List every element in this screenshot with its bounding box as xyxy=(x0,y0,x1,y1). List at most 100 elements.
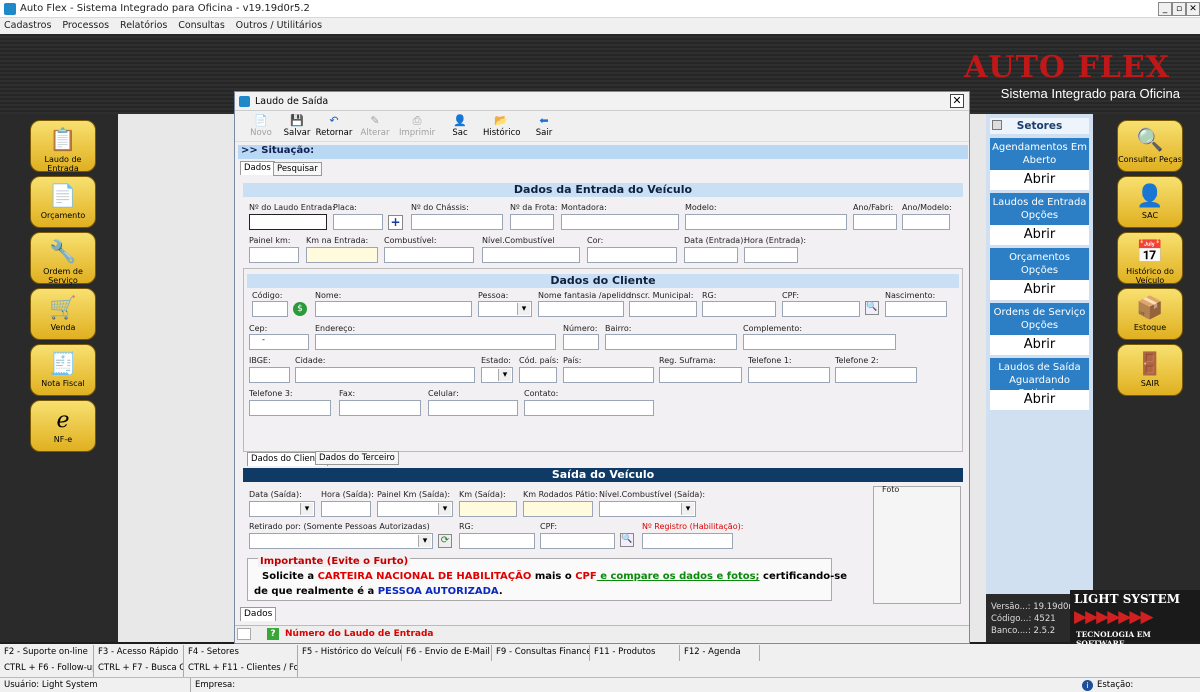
data-entrada-input[interactable] xyxy=(684,247,738,263)
close-icon[interactable]: ✕ xyxy=(1186,2,1200,16)
suframa-input[interactable] xyxy=(659,367,742,383)
nota-fiscal-button[interactable]: 🧾 Nota Fiscal xyxy=(30,344,96,396)
nascimento-input[interactable] xyxy=(885,301,947,317)
hora-entrada-input[interactable] xyxy=(744,247,798,263)
nome-input[interactable] xyxy=(315,301,472,317)
placa-input[interactable] xyxy=(333,214,383,230)
complemento-input[interactable] xyxy=(743,334,896,350)
close-icon[interactable]: ✕ xyxy=(950,94,964,108)
abrir-button[interactable]: Abrir xyxy=(990,390,1089,410)
novo-button[interactable]: 📄 Novo xyxy=(245,114,277,140)
inscr-municipal-input[interactable] xyxy=(629,301,697,317)
ctrl-followup[interactable]: CTRL + F6 - Follow-up xyxy=(0,661,94,677)
fkey-setores[interactable]: F4 - Setores xyxy=(184,645,298,661)
close-icon[interactable] xyxy=(992,120,1002,130)
imprimir-button[interactable]: ⎙ Imprimir xyxy=(399,114,435,140)
abrir-button[interactable]: Abrir xyxy=(990,280,1089,300)
abrir-button[interactable]: Abrir xyxy=(990,225,1089,245)
chassis-input[interactable] xyxy=(411,214,503,230)
rg-input[interactable] xyxy=(702,301,776,317)
menu-cadastros[interactable]: Cadastros xyxy=(0,18,55,31)
modelo-input[interactable] xyxy=(685,214,847,230)
consultar-pecas-button[interactable]: 🔍 Consultar Peças xyxy=(1117,120,1183,172)
dollar-icon[interactable]: $ xyxy=(293,302,307,316)
menu-outros[interactable]: Outros / Utilitários xyxy=(232,18,326,31)
pessoa-select[interactable] xyxy=(478,301,532,317)
refresh-icon[interactable]: ⟳ xyxy=(438,534,452,548)
cpf-saida-input[interactable] xyxy=(540,533,615,549)
cep-input[interactable]: - xyxy=(249,334,309,350)
search-icon[interactable]: 🔍 xyxy=(620,533,634,547)
cor-input[interactable] xyxy=(587,247,677,263)
estado-select[interactable] xyxy=(481,367,513,383)
ano-modelo-input[interactable] xyxy=(902,214,950,230)
add-icon[interactable]: + xyxy=(388,215,403,230)
fkey-acesso-rapido[interactable]: F3 - Acesso Rápido xyxy=(94,645,184,661)
painel-km-input[interactable] xyxy=(249,247,299,263)
nivel-combustivel-saida-select[interactable] xyxy=(599,501,696,517)
km-saida-input[interactable] xyxy=(459,501,517,517)
celular-input[interactable] xyxy=(428,400,518,416)
cpf-input[interactable] xyxy=(782,301,860,317)
contato-input[interactable] xyxy=(524,400,654,416)
menu-consultas[interactable]: Consultas xyxy=(174,18,229,31)
venda-button[interactable]: 🛒 Venda xyxy=(30,288,96,340)
minimize-icon[interactable]: _ xyxy=(1158,2,1172,16)
menu-processos[interactable]: Processos xyxy=(58,18,113,31)
fkey-historico[interactable]: F5 - Histórico do Veículo xyxy=(298,645,402,661)
ordem-servico-button[interactable]: 🔧 Ordem de Serviço xyxy=(30,232,96,285)
fkey-email[interactable]: F6 - Envio de E-Mail xyxy=(402,645,492,661)
cod-pais-input[interactable] xyxy=(519,367,557,383)
estoque-button[interactable]: 📦 Estoque xyxy=(1117,288,1183,340)
sac-tb-button[interactable]: 👤 Sac xyxy=(445,114,475,140)
combustivel-input[interactable] xyxy=(384,247,474,263)
abrir-button[interactable]: Abrir xyxy=(990,335,1089,355)
fkey-financeiro[interactable]: F9 - Consultas Financeir xyxy=(492,645,590,661)
alterar-button[interactable]: ✎ Alterar xyxy=(359,114,391,140)
sac-button[interactable]: 👤 SAC xyxy=(1117,176,1183,228)
abrir-button[interactable]: Abrir xyxy=(990,170,1089,190)
fkey-agenda[interactable]: F12 - Agenda xyxy=(680,645,760,661)
telefone2-input[interactable] xyxy=(835,367,917,383)
laudo-entrada-button[interactable]: 📋 Laudo de Entrada xyxy=(30,120,96,173)
data-saida-select[interactable] xyxy=(249,501,315,517)
numero-input[interactable] xyxy=(563,334,599,350)
codigo-input[interactable] xyxy=(252,301,288,317)
ctrl-busca-cei[interactable]: CTRL + F7 - Busca CEI xyxy=(94,661,184,677)
fax-input[interactable] xyxy=(339,400,421,416)
montadora-input[interactable] xyxy=(561,214,679,230)
sair-button[interactable]: 🚪 SAIR xyxy=(1117,344,1183,396)
retornar-button[interactable]: ↶ Retornar xyxy=(315,114,353,140)
search-icon[interactable]: 🔍 xyxy=(865,301,879,315)
maximize-icon[interactable]: ▫ xyxy=(1172,2,1186,16)
frota-input[interactable] xyxy=(510,214,554,230)
fantasia-input[interactable] xyxy=(538,301,624,317)
bairro-input[interactable] xyxy=(605,334,737,350)
fkey-suporte[interactable]: F2 - Suporte on-line xyxy=(0,645,94,661)
nfe-button[interactable]: ℯ NF-e xyxy=(30,400,96,452)
orcamento-button[interactable]: 📄 Orçamento xyxy=(30,176,96,228)
telefone3-input[interactable] xyxy=(249,400,331,416)
ano-fabri-input[interactable] xyxy=(853,214,897,230)
fkey-produtos[interactable]: F11 - Produtos xyxy=(590,645,680,661)
menu-relatorios[interactable]: Relatórios xyxy=(116,18,171,31)
telefone1-input[interactable] xyxy=(748,367,830,383)
historico-button[interactable]: 📂 Histórico xyxy=(483,114,520,140)
tab-dados-terceiro[interactable]: Dados do Terceiro xyxy=(315,451,399,465)
pais-input[interactable] xyxy=(563,367,654,383)
sair-tb-button[interactable]: ⬅ Sair xyxy=(529,114,559,140)
tab-dados[interactable]: Dados xyxy=(240,161,275,175)
km-rodados-input[interactable] xyxy=(523,501,593,517)
historico-veiculo-button[interactable]: 📅 Histórico do Veículo xyxy=(1117,232,1183,285)
tab-pesquisar[interactable]: Pesquisar xyxy=(273,162,322,176)
km-entrada-input[interactable] xyxy=(306,247,378,263)
nivel-combustivel-input[interactable] xyxy=(482,247,580,263)
painel-km-saida-select[interactable] xyxy=(377,501,453,517)
retirado-por-select[interactable] xyxy=(249,533,433,549)
laudo-entrada-input[interactable] xyxy=(249,214,327,230)
endereco-input[interactable] xyxy=(315,334,556,350)
hora-saida-input[interactable] xyxy=(321,501,371,517)
ibge-input[interactable] xyxy=(249,367,290,383)
registro-habilitacao-input[interactable] xyxy=(642,533,733,549)
salvar-button[interactable]: 💾 Salvar xyxy=(281,114,313,140)
